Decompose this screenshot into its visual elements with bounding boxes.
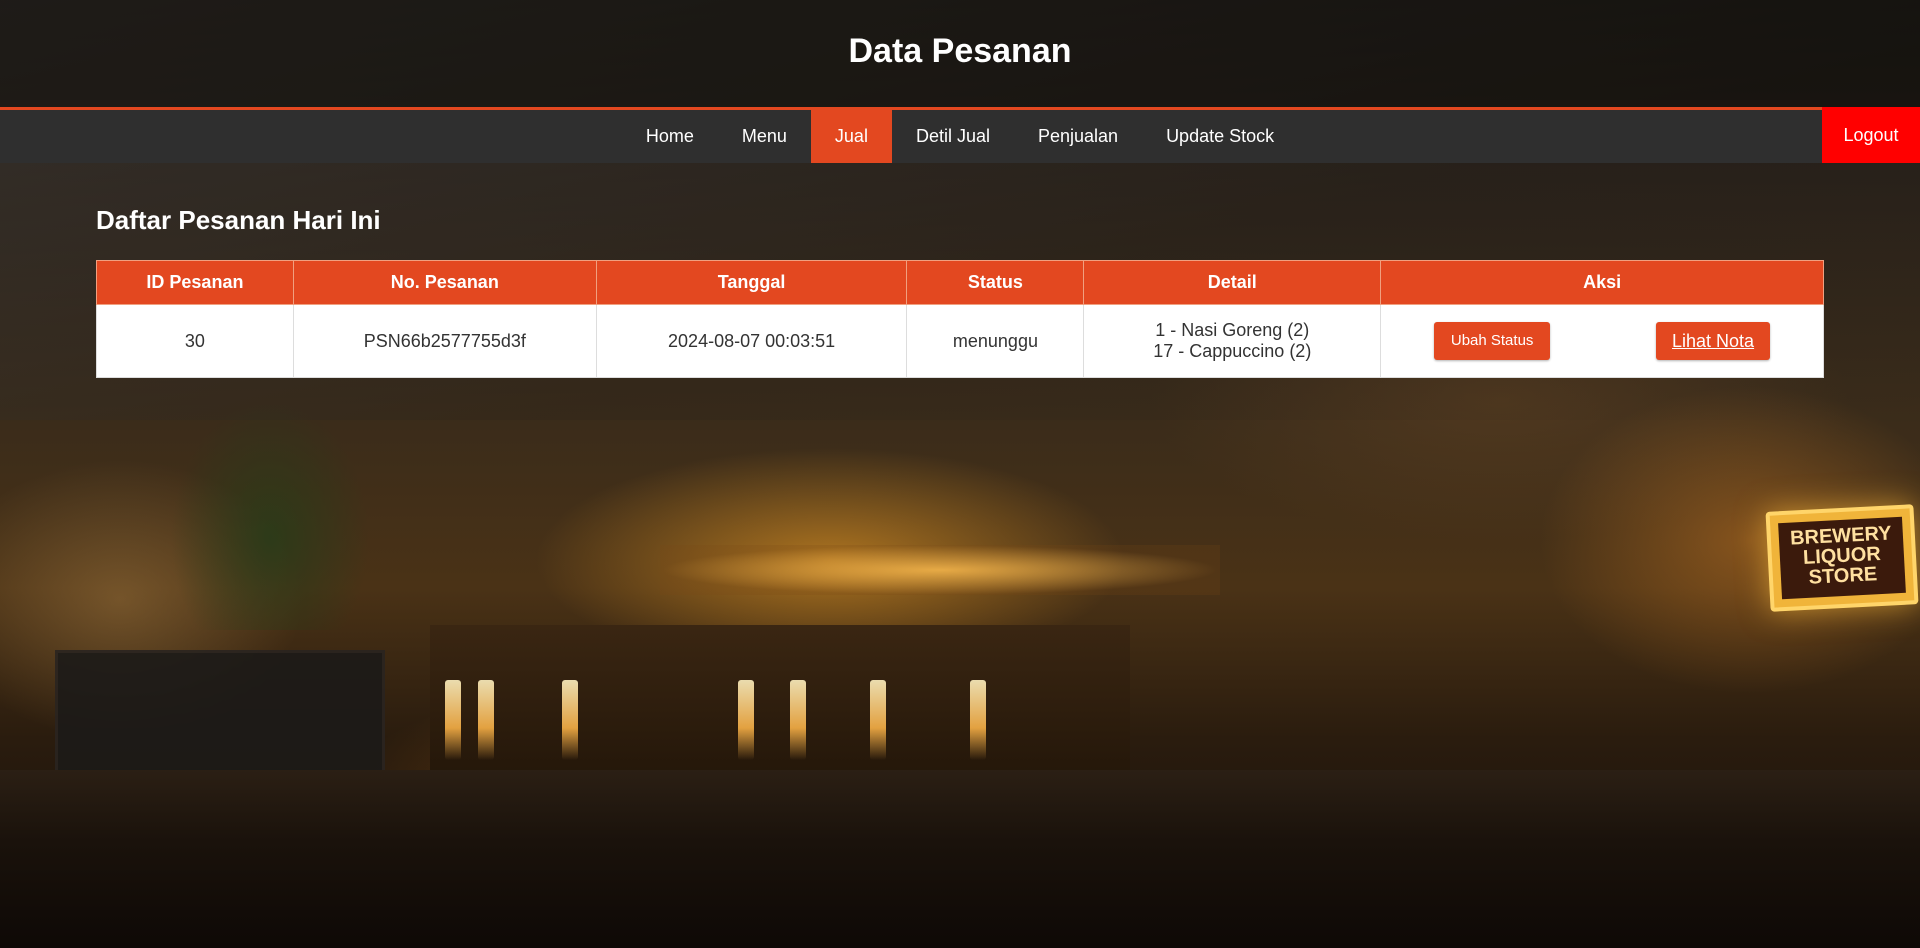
column-header-detail: Detail (1083, 260, 1382, 305)
ubah-status-button[interactable]: Ubah Status (1434, 322, 1551, 360)
section-heading: Daftar Pesanan Hari Ini (96, 205, 381, 235)
main-nav: Home Menu Jual Detil Jual Penjualan Upda… (0, 107, 1920, 163)
logout-button[interactable]: Logout (1822, 107, 1920, 163)
page-title: Data Pesanan (848, 31, 1072, 70)
page-header: Data Pesanan (0, 0, 1920, 108)
cell-aksi: Ubah Status Lihat Nota (1380, 304, 1824, 378)
column-header-aksi: Aksi (1380, 260, 1824, 305)
table-row: 30 PSN66b2577755d3f 2024-08-07 00:03:51 … (96, 304, 1824, 378)
brewery-sign: BREWERY LIQUOR STORE (1765, 504, 1919, 612)
nav-update-stock[interactable]: Update Stock (1142, 110, 1298, 163)
column-header-id: ID Pesanan (96, 260, 294, 305)
lihat-nota-button[interactable]: Lihat Nota (1656, 322, 1771, 360)
cell-tanggal: 2024-08-07 00:03:51 (595, 304, 908, 378)
column-header-tanggal: Tanggal (595, 260, 908, 305)
nav-home[interactable]: Home (622, 110, 718, 163)
nav-detil-jual[interactable]: Detil Jual (892, 110, 1014, 163)
cell-id: 30 (96, 304, 294, 378)
main-content: Daftar Pesanan Hari Ini ID Pesanan No. P… (96, 205, 1824, 378)
table-header-row: ID Pesanan No. Pesanan Tanggal Status De… (96, 260, 1824, 305)
orders-table: ID Pesanan No. Pesanan Tanggal Status De… (96, 260, 1824, 378)
column-header-no: No. Pesanan (292, 260, 597, 305)
detail-line: 17 - Cappuccino (2) (1153, 341, 1312, 361)
column-header-status: Status (906, 260, 1085, 305)
cell-status: menunggu (906, 304, 1085, 378)
detail-line: 1 - Nasi Goreng (2) (1155, 320, 1310, 340)
cell-no-pesanan: PSN66b2577755d3f (292, 304, 597, 378)
nav-penjualan[interactable]: Penjualan (1014, 110, 1142, 163)
nav-menu[interactable]: Menu (718, 110, 811, 163)
nav-jual[interactable]: Jual (810, 110, 892, 163)
cell-detail: 1 - Nasi Goreng (2) 17 - Cappuccino (2) (1083, 304, 1382, 378)
